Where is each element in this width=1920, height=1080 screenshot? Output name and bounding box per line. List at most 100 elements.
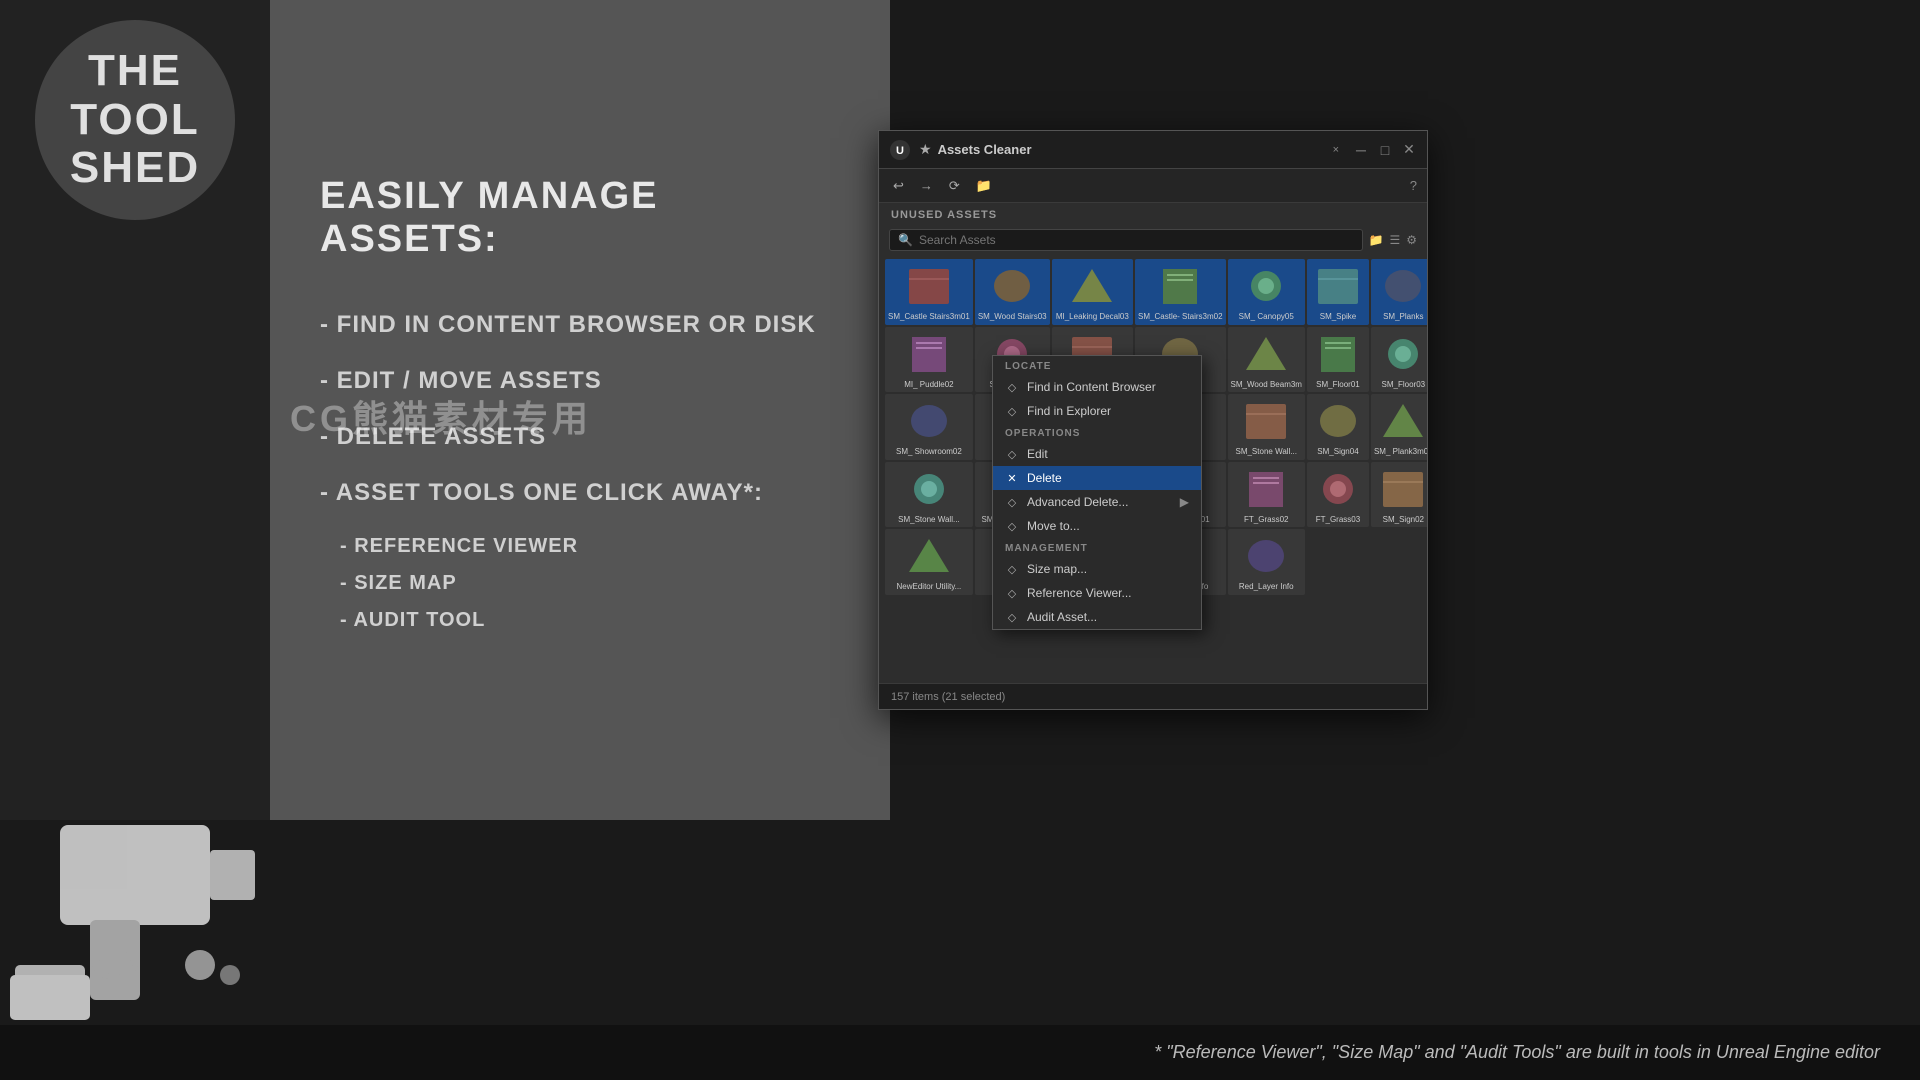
context-menu: LOCATE ◇ Find in Content Browser ◇ Find … bbox=[992, 355, 1202, 630]
content-browser-icon: ◇ bbox=[1005, 381, 1019, 394]
find-explorer-item[interactable]: ◇ Find in Explorer bbox=[993, 399, 1201, 423]
window-controls: ─ □ ✕ bbox=[1353, 141, 1417, 158]
move-icon: ◇ bbox=[1005, 520, 1019, 533]
audit-asset-item[interactable]: ◇ Audit Asset... bbox=[993, 605, 1201, 629]
size-map-label: Size map... bbox=[1027, 562, 1087, 576]
asset-name: SM_Castle- Stairs3m02 bbox=[1137, 311, 1223, 323]
asset-name: SM_Wood Stairs03 bbox=[977, 311, 1048, 323]
delete-item[interactable]: ✕ Delete bbox=[993, 466, 1201, 490]
asset-thumbnail bbox=[1374, 329, 1427, 379]
delete-icon: ✕ bbox=[1005, 472, 1019, 485]
folder-button[interactable]: 📁 bbox=[972, 176, 996, 196]
asset-thumbnail bbox=[1151, 261, 1209, 311]
advanced-delete-label: Advanced Delete... bbox=[1027, 495, 1128, 509]
filter-button[interactable]: ☰ bbox=[1389, 233, 1400, 247]
asset-item[interactable]: SM_ Plank3m02 bbox=[1371, 394, 1427, 460]
delete-label: Delete bbox=[1027, 471, 1062, 485]
asset-item[interactable]: SM_Sign02 bbox=[1371, 462, 1427, 528]
asset-item[interactable]: SM_Wood Beam3m bbox=[1228, 327, 1305, 393]
asset-item[interactable]: SM_Stone Wall... bbox=[885, 462, 973, 528]
asset-name: SM_ Showroom02 bbox=[887, 446, 971, 458]
asset-thumbnail bbox=[900, 261, 958, 311]
asset-item[interactable]: SM_Stone Wall... bbox=[1228, 394, 1305, 460]
asset-name: FT_Grass02 bbox=[1230, 514, 1303, 526]
refresh-button[interactable]: ⟳ bbox=[945, 176, 964, 196]
asset-name: SM_Floor01 bbox=[1309, 379, 1367, 391]
asset-item[interactable]: SM_ Canopy05 bbox=[1228, 259, 1305, 325]
logo-text: THE TOOL SHED bbox=[50, 37, 220, 202]
asset-item[interactable]: SM_Sign04 bbox=[1307, 394, 1369, 460]
main-title: EASILY MANAGE ASSETS: bbox=[320, 175, 840, 261]
asset-item[interactable]: SM_Floor01 bbox=[1307, 327, 1369, 393]
asset-name: SM_Stone Wall... bbox=[887, 514, 971, 526]
tab-close-button[interactable]: × bbox=[1333, 144, 1339, 156]
edit-icon: ◇ bbox=[1005, 448, 1019, 461]
main-list: - FIND IN CONTENT BROWSER OR DISK - EDIT… bbox=[320, 311, 840, 646]
advanced-delete-icon: ◇ bbox=[1005, 496, 1019, 509]
asset-name: SM_Sign02 bbox=[1373, 514, 1427, 526]
window-star-icon: ★ bbox=[919, 141, 932, 158]
asset-item[interactable]: FT_Grass03 bbox=[1307, 462, 1369, 528]
help-button[interactable]: ? bbox=[1410, 178, 1417, 193]
management-section-label: MANAGEMENT bbox=[993, 538, 1201, 557]
search-actions: 📁 ☰ ⚙ bbox=[1369, 233, 1417, 247]
settings-button[interactable]: ⚙ bbox=[1406, 233, 1417, 247]
asset-name: SM_Spike bbox=[1309, 311, 1367, 323]
size-map-icon: ◇ bbox=[1005, 563, 1019, 576]
asset-item[interactable]: MI_ Puddle02 bbox=[885, 327, 973, 393]
asset-thumbnail bbox=[1374, 261, 1427, 311]
asset-item[interactable]: SM_Planks bbox=[1371, 259, 1427, 325]
asset-name: SM_Wood Beam3m bbox=[1230, 379, 1303, 391]
list-item: - ASSET TOOLS ONE CLICK AWAY*: bbox=[320, 479, 840, 507]
status-text: 157 items (21 selected) bbox=[891, 691, 1005, 703]
asset-thumbnail bbox=[1237, 531, 1295, 581]
asset-thumbnail bbox=[1063, 261, 1121, 311]
asset-name: SM_Planks bbox=[1373, 311, 1427, 323]
advanced-delete-item[interactable]: ◇ Advanced Delete... ▶ bbox=[993, 490, 1201, 514]
asset-thumbnail bbox=[1237, 396, 1295, 446]
asset-item[interactable]: MI_Leaking Decal03 bbox=[1052, 259, 1133, 325]
asset-thumbnail bbox=[1309, 261, 1367, 311]
move-to-label: Move to... bbox=[1027, 519, 1080, 533]
find-content-browser-item[interactable]: ◇ Find in Content Browser bbox=[993, 375, 1201, 399]
asset-item[interactable]: NewEditor Utility... bbox=[885, 529, 973, 595]
move-to-item[interactable]: ◇ Move to... bbox=[993, 514, 1201, 538]
asset-item[interactable]: FT_Grass02 bbox=[1228, 462, 1305, 528]
audit-icon: ◇ bbox=[1005, 611, 1019, 624]
asset-item[interactable]: SM_Floor03 bbox=[1371, 327, 1427, 393]
asset-item[interactable]: SM_Wood Stairs03 bbox=[975, 259, 1050, 325]
asset-thumbnail bbox=[1309, 464, 1367, 514]
list-item: - FIND IN CONTENT BROWSER OR DISK bbox=[320, 311, 840, 339]
asset-name: SM_Floor03 bbox=[1373, 379, 1427, 391]
asset-name: SM_Sign04 bbox=[1309, 446, 1367, 458]
asset-name: NewEditor Utility... bbox=[887, 581, 971, 593]
asset-thumbnail bbox=[900, 396, 958, 446]
folder-filter-button[interactable]: 📁 bbox=[1369, 233, 1384, 247]
asset-item[interactable]: SM_ Showroom02 bbox=[885, 394, 973, 460]
asset-name: SM_Stone Wall... bbox=[1230, 446, 1303, 458]
maximize-button[interactable]: □ bbox=[1377, 142, 1393, 158]
forward-button[interactable]: → bbox=[916, 176, 937, 195]
size-map-item[interactable]: ◇ Size map... bbox=[993, 557, 1201, 581]
asset-name: FT_Grass03 bbox=[1309, 514, 1367, 526]
status-bar: 157 items (21 selected) bbox=[879, 683, 1427, 709]
asset-item[interactable]: Red_Layer Info bbox=[1228, 529, 1305, 595]
list-item: - EDIT / MOVE ASSETS bbox=[320, 367, 840, 395]
edit-item[interactable]: ◇ Edit bbox=[993, 442, 1201, 466]
logo-circle: THE TOOL SHED bbox=[35, 20, 235, 220]
close-button[interactable]: ✕ bbox=[1401, 141, 1417, 158]
asset-name: MI_Leaking Decal03 bbox=[1054, 311, 1131, 323]
asset-thumbnail bbox=[1237, 261, 1295, 311]
asset-item[interactable]: SM_Castle- Stairs3m02 bbox=[1135, 259, 1225, 325]
back-button[interactable]: ↩ bbox=[889, 176, 908, 196]
asset-thumbnail bbox=[900, 531, 958, 581]
find-content-browser-label: Find in Content Browser bbox=[1027, 380, 1156, 394]
reference-viewer-icon: ◇ bbox=[1005, 587, 1019, 600]
reference-viewer-item[interactable]: ◇ Reference Viewer... bbox=[993, 581, 1201, 605]
audit-asset-label: Audit Asset... bbox=[1027, 610, 1097, 624]
asset-item[interactable]: SM_Castle Stairs3m01 bbox=[885, 259, 973, 325]
search-input[interactable] bbox=[919, 233, 1354, 247]
minimize-button[interactable]: ─ bbox=[1353, 142, 1369, 158]
asset-item[interactable]: SM_Spike bbox=[1307, 259, 1369, 325]
operations-section-label: OPERATIONS bbox=[993, 423, 1201, 442]
